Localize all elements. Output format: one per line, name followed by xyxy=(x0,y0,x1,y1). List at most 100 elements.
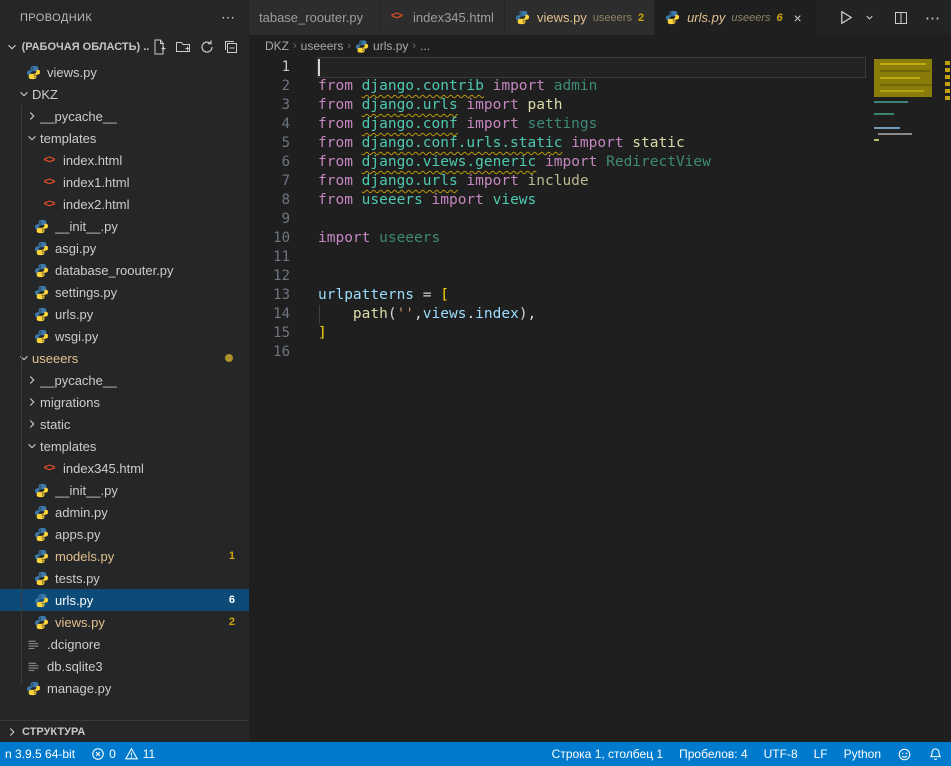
tree-folder-templates[interactable]: templates xyxy=(0,435,249,457)
tree-file-index-html[interactable]: <>index.html xyxy=(0,149,249,171)
code-line-5[interactable]: from django.conf.urls.static import stat… xyxy=(318,134,951,153)
python-interpreter-status[interactable]: n 3.9.5 64-bit xyxy=(0,742,83,766)
code-token: from xyxy=(318,192,362,208)
code-line-13[interactable]: urlpatterns = [ xyxy=(318,286,951,305)
py-file-icon xyxy=(32,592,50,608)
tree-file-urls-py[interactable]: urls.py xyxy=(0,303,249,325)
code-line-7[interactable]: from django.urls import include xyxy=(318,172,951,191)
tree-file-apps-py[interactable]: apps.py xyxy=(0,523,249,545)
tree-file-settings-py[interactable]: settings.py xyxy=(0,281,249,303)
indentation-status[interactable]: Пробелов: 4 xyxy=(671,742,756,766)
tab-label: index345.html xyxy=(413,10,494,25)
minimap[interactable] xyxy=(872,57,944,742)
tree-file-asgi-py[interactable]: asgi.py xyxy=(0,237,249,259)
line-number: 13 xyxy=(249,286,297,305)
code-line-2[interactable]: from django.contrib import admin xyxy=(318,77,951,96)
tree-file--init-py[interactable]: __init__.py xyxy=(0,479,249,501)
py-file-icon xyxy=(32,306,50,322)
new-file-icon[interactable] xyxy=(151,39,167,55)
code-line-8[interactable]: from useeers import views xyxy=(318,191,951,210)
cursor-position-status[interactable]: Строка 1, столбец 1 xyxy=(544,742,671,766)
new-folder-icon[interactable] xyxy=(175,39,191,55)
more-actions-icon[interactable]: ⋯ xyxy=(922,7,943,29)
encoding-status[interactable]: UTF-8 xyxy=(756,742,806,766)
tab-tabase-roouter-py[interactable]: tabase_roouter.py xyxy=(249,0,381,35)
tab-index345-html[interactable]: <>index345.html xyxy=(381,0,505,35)
code-lines[interactable]: from django.contrib import adminfrom dja… xyxy=(297,57,951,742)
run-python-file-button[interactable] xyxy=(834,7,857,29)
tree-file-wsgi-py[interactable]: wsgi.py xyxy=(0,325,249,347)
code-token: ] xyxy=(318,325,327,341)
code-line-15[interactable]: ] xyxy=(318,324,951,343)
refresh-icon[interactable] xyxy=(199,39,215,55)
breadcrumb-item[interactable]: useeers xyxy=(301,39,344,53)
tab-label: tabase_roouter.py xyxy=(259,10,363,25)
workspace-section-header[interactable]: (РАБОЧАЯ ОБЛАСТЬ) ... xyxy=(0,35,249,59)
code-line-1[interactable] xyxy=(318,58,865,77)
problems-status[interactable]: 0 11 xyxy=(83,742,163,766)
explorer-more-actions-icon[interactable]: ⋯ xyxy=(215,7,241,28)
indent-spacer xyxy=(24,570,32,586)
tree-file-views-py[interactable]: views.py xyxy=(0,61,249,83)
split-editor-button[interactable] xyxy=(890,7,912,29)
collapse-all-icon[interactable] xyxy=(223,39,239,55)
code-line-10[interactable]: import useeers xyxy=(318,229,951,248)
tree-folder--pycache-[interactable]: __pycache__ xyxy=(0,105,249,127)
code-line-14[interactable]: path('',views.index), xyxy=(318,305,951,324)
tab-views-py[interactable]: views.pyuseeers2 xyxy=(505,0,655,35)
eol-status[interactable]: LF xyxy=(806,742,836,766)
tree-folder-useeers[interactable]: useeers xyxy=(0,347,249,369)
tree-item-label: DKZ xyxy=(32,87,58,102)
tree-file-manage-py[interactable]: manage.py xyxy=(0,677,249,699)
tree-file--dcignore[interactable]: .dcignore xyxy=(0,633,249,655)
notifications-bell-icon[interactable] xyxy=(920,742,951,766)
indent-spacer xyxy=(16,636,24,652)
breadcrumb-item[interactable]: ... xyxy=(420,39,430,53)
code-token xyxy=(423,192,432,208)
tree-file-admin-py[interactable]: admin.py xyxy=(0,501,249,523)
breadcrumb[interactable]: DKZ›useeers›urls.py›... xyxy=(249,35,951,57)
tree-file-index1-html[interactable]: <>index1.html xyxy=(0,171,249,193)
code-line-11[interactable] xyxy=(318,248,951,267)
line-number-gutter: 12345678910111213141516 xyxy=(249,57,297,742)
tree-file-database-roouter-py[interactable]: database_roouter.py xyxy=(0,259,249,281)
breadcrumb-item[interactable]: urls.py xyxy=(373,39,408,53)
tree-file-views-py[interactable]: views.py2 xyxy=(0,611,249,633)
tree-folder-migrations[interactable]: migrations xyxy=(0,391,249,413)
overview-ruler[interactable] xyxy=(944,57,951,742)
tab-urls-py[interactable]: urls.pyuseeers6× xyxy=(655,0,818,35)
run-dropdown-chevron-icon[interactable] xyxy=(861,7,878,29)
code-line-3[interactable]: from django.urls import path xyxy=(318,96,951,115)
tree-folder-templates[interactable]: templates xyxy=(0,127,249,149)
code-line-9[interactable] xyxy=(318,210,951,229)
tree-file-index345-html[interactable]: <>index345.html xyxy=(0,457,249,479)
tree-item-label: wsgi.py xyxy=(55,329,98,344)
tree-folder--pycache-[interactable]: __pycache__ xyxy=(0,369,249,391)
indent-spacer xyxy=(32,174,40,190)
tree-file-db-sqlite3[interactable]: db.sqlite3 xyxy=(0,655,249,677)
code-line-6[interactable]: from django.views.generic import Redirec… xyxy=(318,153,951,172)
breadcrumb-item[interactable]: DKZ xyxy=(265,39,289,53)
code-line-4[interactable]: from django.conf import settings xyxy=(318,115,951,134)
tree-folder-static[interactable]: static xyxy=(0,413,249,435)
tree-file--init-py[interactable]: __init__.py xyxy=(0,215,249,237)
code-token: views xyxy=(423,306,467,322)
line-number: 2 xyxy=(249,77,297,96)
code-token: settings xyxy=(528,116,598,132)
py-file-icon xyxy=(32,504,50,520)
code-editor[interactable]: 12345678910111213141516 from django.cont… xyxy=(249,57,951,742)
tree-file-index2-html[interactable]: <>index2.html xyxy=(0,193,249,215)
tree-file-urls-py[interactable]: urls.py6 xyxy=(0,589,249,611)
code-line-12[interactable] xyxy=(318,267,951,286)
chevron-right-icon xyxy=(24,372,40,388)
code-line-16[interactable] xyxy=(318,343,951,362)
feedback-icon[interactable] xyxy=(889,742,920,766)
outline-section-header[interactable]: СТРУКТУРА xyxy=(0,720,249,742)
tree-file-tests-py[interactable]: tests.py xyxy=(0,567,249,589)
language-mode-status[interactable]: Python xyxy=(836,742,889,766)
indent-spacer xyxy=(32,460,40,476)
chevron-down-icon xyxy=(24,438,40,454)
tree-folder-dkz[interactable]: DKZ xyxy=(0,83,249,105)
close-icon[interactable]: × xyxy=(789,9,807,27)
tree-file-models-py[interactable]: models.py1 xyxy=(0,545,249,567)
